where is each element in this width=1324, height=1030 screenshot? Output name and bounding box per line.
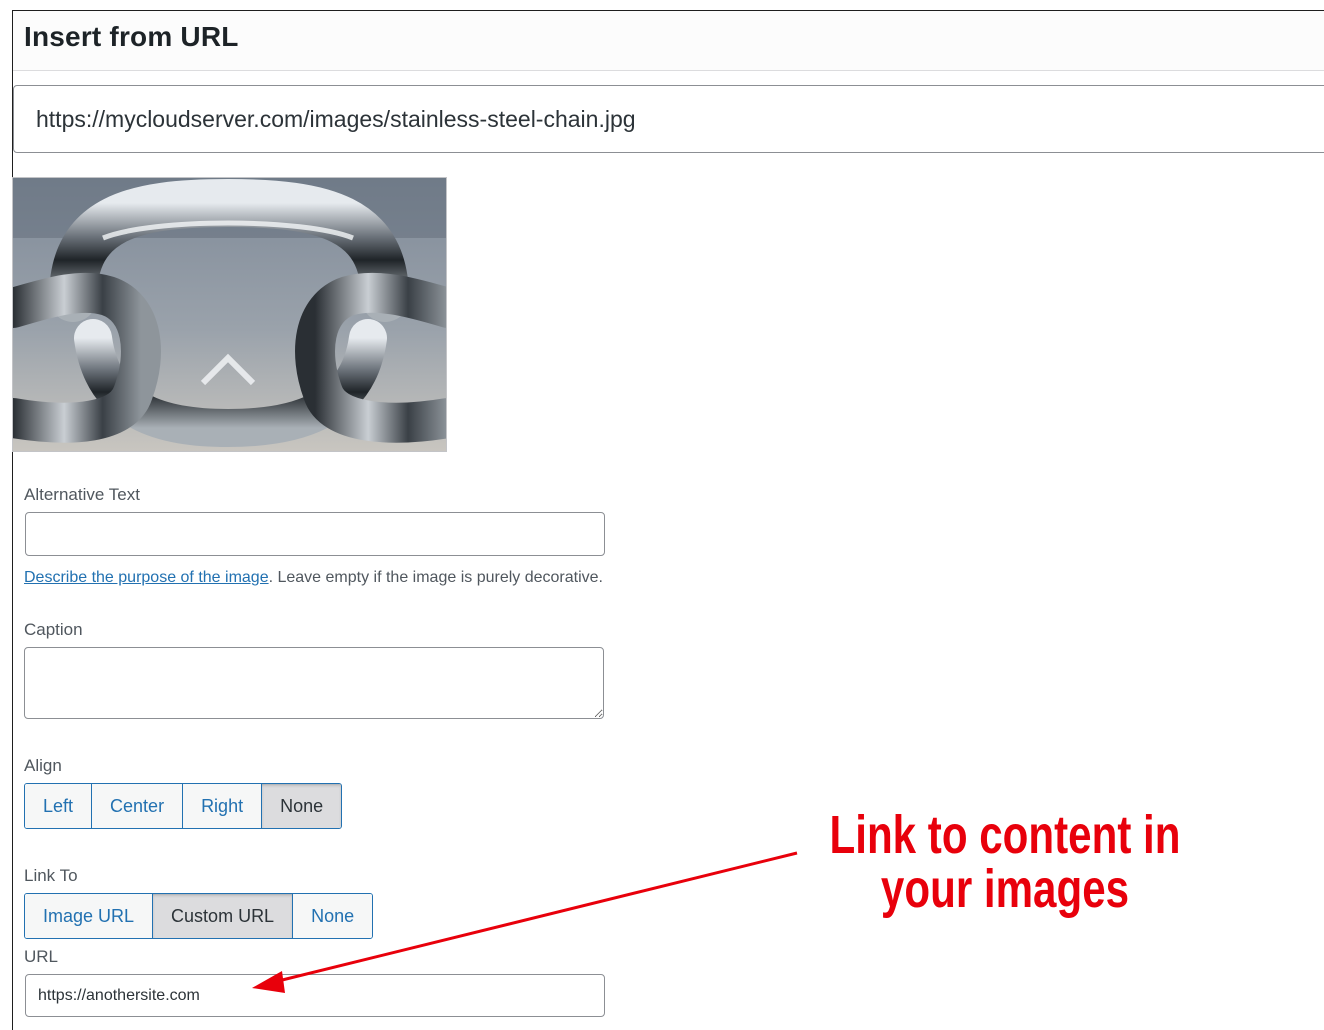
align-label: Align: [24, 756, 62, 775]
alt-text-label: Alternative Text: [24, 485, 140, 504]
link-custom-url-button[interactable]: Custom URL: [153, 894, 294, 938]
align-none-button[interactable]: None: [262, 784, 342, 828]
describe-purpose-link[interactable]: Describe the purpose of the image: [24, 569, 269, 586]
url-label: URL: [24, 947, 59, 966]
chain-link-photo: [13, 178, 446, 451]
link-to-label: Link To: [24, 866, 78, 885]
page-title: Insert from URL: [24, 21, 239, 52]
link-to-button-group: Image URL Custom URL None: [24, 893, 374, 939]
align-button-group: Left Center Right None: [24, 783, 343, 829]
annotation-line-1: Link to content in: [829, 805, 1181, 865]
annotation-line-2: your images: [880, 859, 1130, 919]
align-right-button[interactable]: Right: [183, 784, 263, 828]
image-url-input[interactable]: [13, 85, 1324, 153]
custom-url-input[interactable]: [25, 974, 605, 1017]
alt-text-help: Describe the purpose of the image. Leave…: [24, 569, 603, 587]
align-center-button[interactable]: Center: [92, 784, 184, 828]
link-none-button[interactable]: None: [293, 894, 373, 938]
annotation-callout: Link to content in your images: [830, 808, 1181, 916]
caption-textarea[interactable]: [24, 647, 604, 719]
panel-header: Insert from URL: [13, 11, 1324, 71]
link-image-url-button[interactable]: Image URL: [25, 894, 154, 938]
alt-text-help-suffix: . Leave empty if the image is purely dec…: [268, 569, 603, 586]
alt-text-input[interactable]: [25, 512, 605, 556]
image-preview: [12, 177, 447, 452]
caption-label: Caption: [24, 620, 83, 639]
align-left-button[interactable]: Left: [25, 784, 93, 828]
